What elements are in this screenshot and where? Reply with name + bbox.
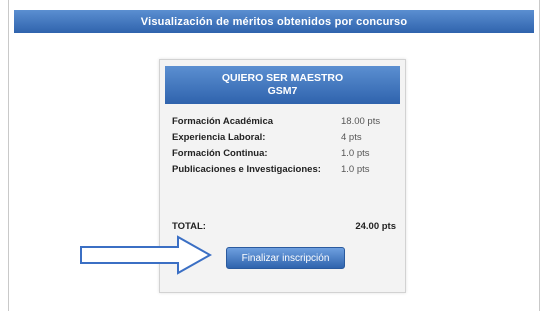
score-value: 1.0 pts [341, 164, 370, 175]
total-row: TOTAL: 24.00 pts [172, 221, 398, 235]
card-title: QUIERO SER MAESTRO [221, 72, 344, 84]
card-header: QUIERO SER MAESTRO GSM7 [165, 66, 400, 104]
page-title: Visualización de méritos obtenidos por c… [140, 15, 408, 28]
score-value: 18.00 pts [341, 116, 381, 127]
score-row-academic: Formación Académica 18.00 pts [172, 116, 398, 130]
score-label: Formación Continua: [172, 148, 268, 159]
score-row-experience: Experiencia Laboral: 4 pts [172, 132, 398, 146]
score-value: 1.0 pts [341, 148, 370, 159]
score-label: Formación Académica [172, 116, 274, 127]
score-value: 4 pts [341, 132, 362, 143]
score-row-publications: Publicaciones e Investigaciones: 1.0 pts [172, 164, 398, 178]
card-subtitle: GSM7 [267, 85, 298, 97]
page-header-bar: Visualización de méritos obtenidos por c… [14, 10, 534, 33]
score-row-continuing: Formación Continua: 1.0 pts [172, 148, 398, 162]
score-label: Experiencia Laboral: [172, 132, 266, 143]
score-label: Publicaciones e Investigaciones: [172, 164, 321, 175]
total-value: 24.00 pts [355, 221, 396, 232]
finish-registration-button[interactable]: Finalizar inscripción [226, 247, 345, 269]
total-label: TOTAL: [172, 221, 206, 232]
arrow-right-icon [80, 235, 212, 275]
